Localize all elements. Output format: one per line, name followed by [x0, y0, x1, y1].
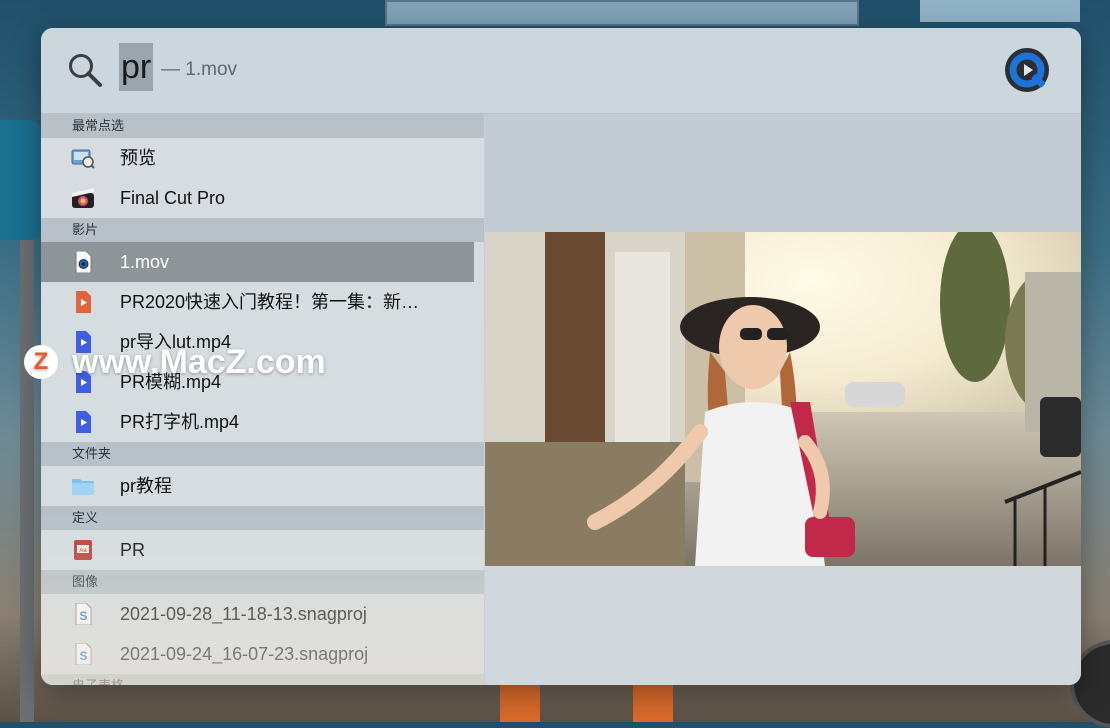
watermark: Z www.MacZ.com — [24, 342, 326, 382]
dictionary-icon: Aa — [74, 540, 92, 560]
search-icon — [69, 54, 102, 87]
result-item-pr-definition[interactable]: Aa PR — [41, 530, 474, 570]
result-label: Final Cut Pro — [120, 188, 226, 208]
background-window-bar — [385, 0, 859, 26]
section-header-folders: 文件夹 — [41, 442, 484, 466]
final-cut-pro-icon — [72, 188, 94, 208]
video-file-icon — [76, 411, 91, 433]
result-item-pr-tutorial-folder[interactable]: pr教程 — [41, 466, 474, 506]
result-label: PR打字机.mp4 — [120, 412, 240, 432]
section-header-top-hits: 最常点选 — [41, 114, 484, 138]
result-label: PR — [120, 540, 146, 560]
svg-text:S: S — [79, 649, 87, 663]
watermark-text: www.MacZ.com — [72, 343, 326, 381]
result-item-snagproj-0928[interactable]: S 2021-09-28_11-18-13.snagproj — [41, 594, 474, 634]
quicktime-icon — [1005, 48, 1049, 92]
result-item-pr-typewriter[interactable]: PR打字机.mp4 — [41, 402, 474, 442]
section-header-images: 图像 — [41, 570, 484, 594]
section-header-definition: 定义 — [41, 506, 484, 530]
search-completion-hint: — 1.mov — [161, 59, 238, 80]
folder-icon — [72, 479, 94, 495]
result-label: PR2020快速入门教程！第一集：新… — [120, 292, 420, 312]
video-file-icon — [76, 291, 91, 313]
result-item-preview[interactable]: 预览 — [41, 138, 474, 178]
result-item-snagproj-0924[interactable]: S 2021-09-24_16-07-23.snagproj — [41, 634, 474, 674]
result-label: pr教程 — [120, 476, 173, 496]
result-label: 预览 — [120, 148, 156, 168]
result-label: 2021-09-28_11-18-13.snagproj — [120, 604, 367, 624]
svg-text:S: S — [79, 609, 87, 623]
result-label: 2021-09-24_16-07-23.snagproj — [120, 644, 369, 664]
svg-text:Aa: Aa — [79, 548, 87, 554]
snagit-file-icon: S — [75, 643, 92, 665]
search-bar[interactable]: pr — 1.mov — [41, 28, 1081, 114]
result-item-pr2020-tutorial[interactable]: PR2020快速入门教程！第一集：新… — [41, 282, 474, 322]
result-item-1-mov[interactable]: 1.mov — [41, 242, 474, 282]
preview-app-icon — [71, 149, 95, 169]
result-label: 1.mov — [120, 252, 170, 272]
background-window-bar — [920, 0, 1080, 22]
background-pole — [20, 240, 34, 722]
result-item-final-cut-pro[interactable]: Final Cut Pro — [41, 178, 474, 218]
background-cone — [500, 685, 540, 722]
section-header-spreadsheets: 电子表格 — [41, 674, 484, 685]
section-header-movies: 影片 — [41, 218, 484, 242]
macz-logo-icon: Z — [24, 345, 58, 379]
search-input[interactable]: pr — [119, 43, 154, 91]
preview-pane — [485, 114, 1081, 685]
quicktime-file-icon — [75, 251, 92, 273]
results-list: 最常点选 预览 Final Cut Pro 影片 1.mov PR2020快速入… — [41, 114, 484, 685]
background-sign — [0, 120, 42, 240]
snagit-file-icon: S — [75, 603, 92, 625]
background-cone — [633, 685, 673, 722]
video-preview-thumbnail[interactable] — [485, 232, 1081, 566]
